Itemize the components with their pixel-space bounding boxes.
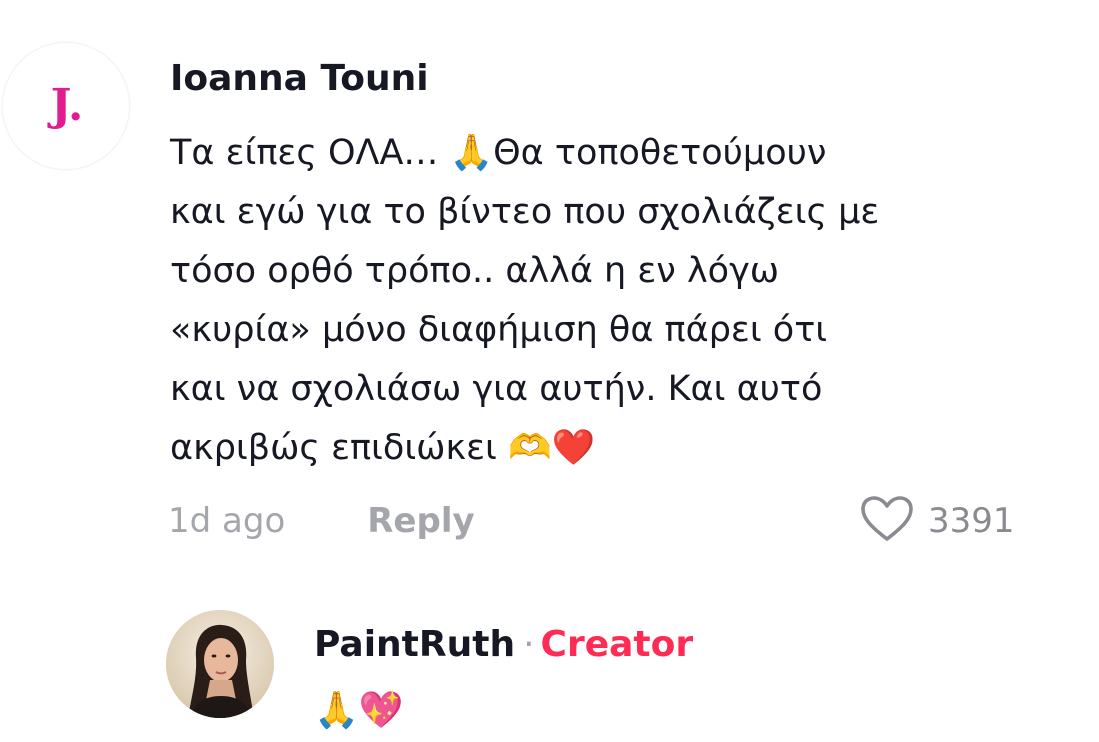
comment-text-line: «κυρία» μόνο διαφήμιση θα πάρει ότι xyxy=(170,310,828,350)
comment-text-line: Τα είπες ΟΛΑ… 🙏Θα τοποθετούμουν xyxy=(170,133,827,173)
reply-text-content: 🙏💖 xyxy=(314,690,404,731)
like-count: 3391 xyxy=(928,501,1015,541)
heart-outline-icon-svg xyxy=(861,496,913,541)
like-control[interactable]: 3391 xyxy=(860,496,1015,546)
comment-text: Τα είπες ΟΛΑ… 🙏Θα τοποθετούμουν και εγώ … xyxy=(170,124,1050,478)
comment-username[interactable]: Ioanna Touni xyxy=(170,58,429,99)
comment-text-line: και να σχολιάσω για αυτήν. Και αυτό xyxy=(170,369,823,409)
profile-photo-icon xyxy=(166,610,274,718)
reply-button[interactable]: Reply xyxy=(367,501,474,541)
creator-badge: Creator xyxy=(540,624,694,665)
creator-avatar[interactable] xyxy=(166,610,274,718)
heart-outline-icon[interactable] xyxy=(860,495,914,547)
avatar-initial: J. xyxy=(50,80,84,131)
comment-text-line: και εγώ για το βίντεο που σχολιάζεις με xyxy=(170,192,880,232)
reply-text: 🙏💖 xyxy=(314,682,404,738)
comment-timestamp: 1d ago xyxy=(168,501,286,541)
comment-text-line: ακριβώς επιδιώκει 🫶❤️ xyxy=(170,428,596,468)
comment-meta: 1d ago Reply xyxy=(168,496,475,546)
separator-dot: · xyxy=(523,624,535,665)
reply-header: PaintRuth · Creator xyxy=(314,624,693,665)
reply-username[interactable]: PaintRuth xyxy=(314,624,515,665)
commenter-avatar[interactable]: J. xyxy=(2,42,130,170)
comment-text-line: τόσο ορθό τρόπο.. αλλά η εν λόγω xyxy=(170,251,780,291)
